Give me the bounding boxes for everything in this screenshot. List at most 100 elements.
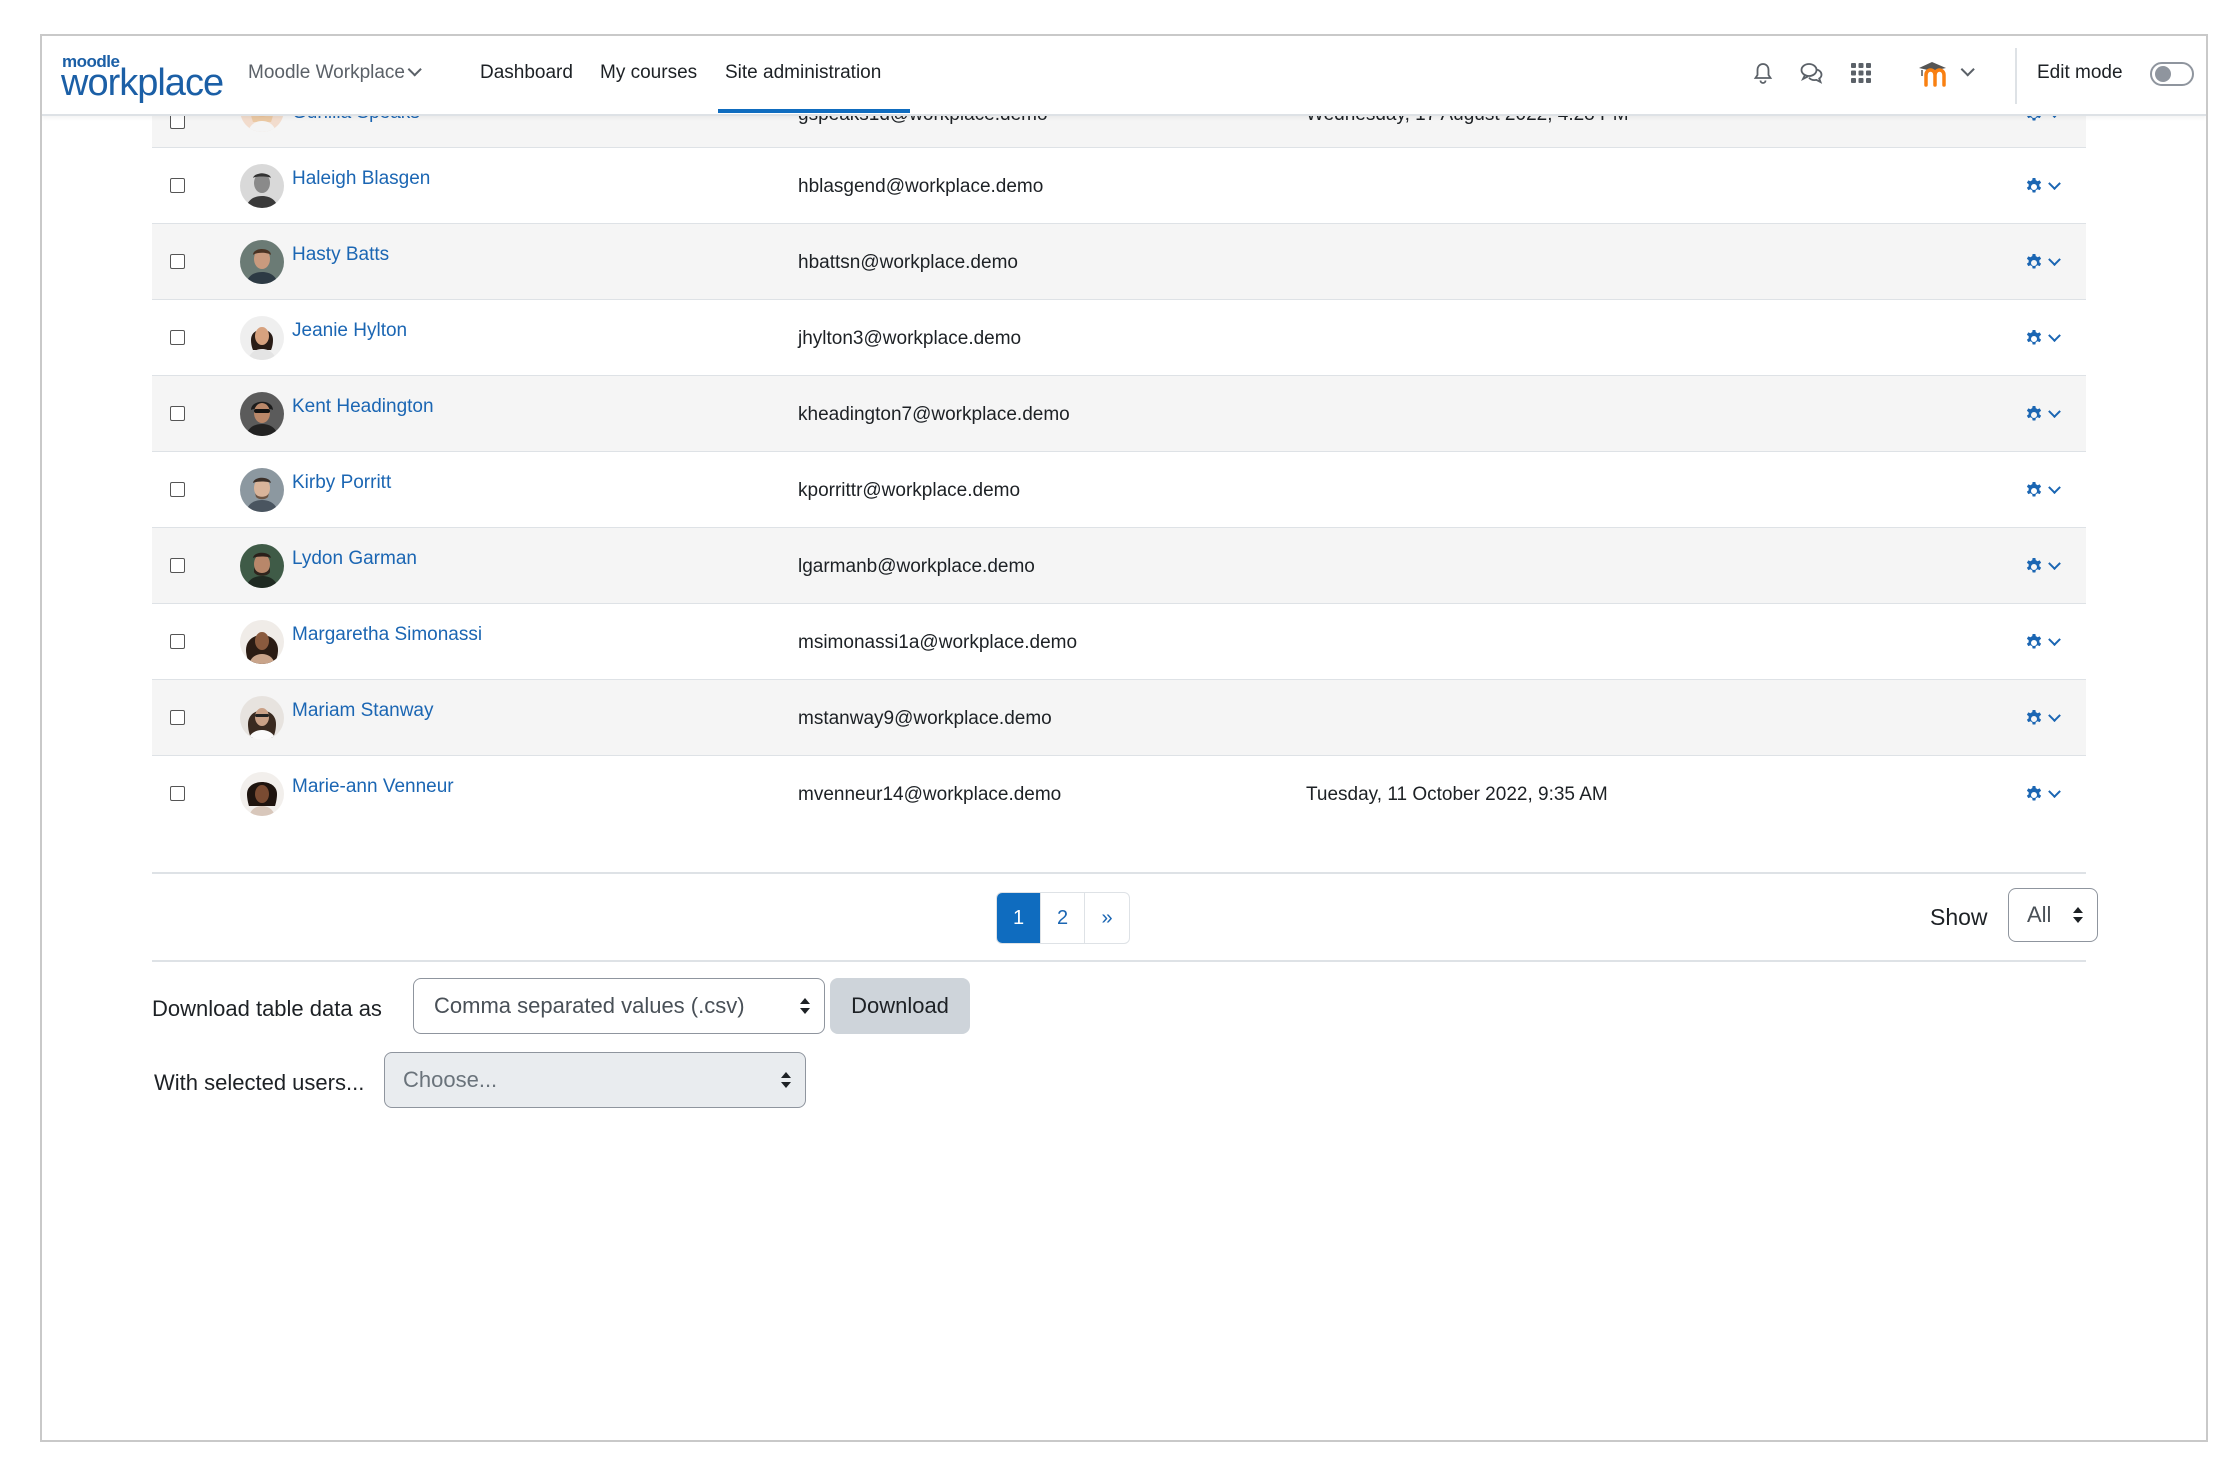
- navbar-divider: [2015, 48, 2017, 104]
- user-name-link[interactable]: Kirby Porritt: [292, 472, 391, 494]
- edit-mode-toggle[interactable]: [2150, 62, 2194, 86]
- row-action-menu[interactable]: [2024, 400, 2074, 428]
- avatar[interactable]: [240, 316, 284, 360]
- site-name-menu[interactable]: Moodle Workplace: [248, 62, 422, 84]
- with-selected-select[interactable]: Choose...: [384, 1052, 806, 1108]
- nav-my-courses[interactable]: My courses: [600, 62, 697, 84]
- avatar[interactable]: [240, 544, 284, 588]
- table-row: Jeanie Hylton jhylton3@workplace.demo: [152, 300, 2086, 376]
- users-table: Gunilla Speaks gspeaks1d@workplace.demo …: [152, 88, 2086, 832]
- table-row: Haleigh Blasgen hblasgend@workplace.demo: [152, 148, 2086, 224]
- logo-big-text: workplace: [61, 62, 224, 104]
- avatar[interactable]: [240, 696, 284, 740]
- avatar[interactable]: [240, 240, 284, 284]
- edit-mode-label: Edit mode: [2037, 62, 2123, 83]
- table-row: Lydon Garman lgarmanb@workplace.demo: [152, 528, 2086, 604]
- user-menu[interactable]: [1916, 54, 2002, 92]
- gear-icon: [2026, 254, 2042, 269]
- table-row: Kirby Porritt kporrittr@workplace.demo: [152, 452, 2086, 528]
- row-checkbox[interactable]: [170, 558, 185, 573]
- site-name-label: Moodle Workplace: [248, 62, 406, 83]
- row-checkbox[interactable]: [170, 330, 185, 345]
- moodle-avatar-icon: [1919, 62, 1946, 87]
- user-email: jhylton3@workplace.demo: [798, 328, 1022, 349]
- user-name-link[interactable]: Margaretha Simonassi: [292, 624, 482, 646]
- gear-icon: [2026, 710, 2042, 725]
- user-name-link[interactable]: Jeanie Hylton: [292, 320, 407, 342]
- gear-icon: [2026, 178, 2042, 193]
- user-name-link[interactable]: Mariam Stanway: [292, 700, 434, 722]
- row-action-menu[interactable]: [2024, 704, 2074, 732]
- gear-icon: [2026, 558, 2042, 573]
- row-checkbox[interactable]: [170, 406, 185, 421]
- row-checkbox[interactable]: [170, 178, 185, 193]
- grid-icon[interactable]: [1844, 56, 1878, 90]
- row-checkbox[interactable]: [170, 254, 185, 269]
- user-name-link[interactable]: Lydon Garman: [292, 548, 417, 570]
- download-format-value: Comma separated values (.csv): [434, 993, 745, 1018]
- chevron-down-icon: [2048, 556, 2061, 570]
- row-action-menu[interactable]: [2024, 248, 2074, 276]
- workplace-logo[interactable]: moodle workplace: [61, 52, 224, 104]
- page-link-2[interactable]: 2: [1041, 893, 1085, 943]
- active-nav-indicator: [718, 109, 910, 113]
- chevron-down-icon: [2048, 480, 2061, 494]
- user-email: msimonassi1a@workplace.demo: [798, 632, 1078, 653]
- avatar[interactable]: [240, 772, 284, 816]
- row-action-menu[interactable]: [2024, 476, 2074, 504]
- chat-icon[interactable]: [1795, 56, 1829, 90]
- row-checkbox[interactable]: [170, 482, 185, 497]
- avatar[interactable]: [240, 468, 284, 512]
- row-action-menu[interactable]: [2024, 552, 2074, 580]
- gear-icon: [2026, 482, 2042, 497]
- avatar[interactable]: [240, 392, 284, 436]
- show-select-value: All: [2027, 902, 2052, 927]
- row-action-menu[interactable]: [2024, 172, 2074, 200]
- user-email: hblasgend@workplace.demo: [798, 176, 1044, 197]
- show-per-page-select[interactable]: All: [2008, 888, 2098, 942]
- user-email: lgarmanb@workplace.demo: [798, 556, 1035, 577]
- user-email: kporrittr@workplace.demo: [798, 480, 1021, 501]
- chevron-down-icon: [2048, 784, 2061, 798]
- user-last-access: Tuesday, 11 October 2022, 9:35 AM: [1306, 784, 1608, 805]
- row-action-menu[interactable]: [2024, 324, 2074, 352]
- user-email: mvenneur14@workplace.demo: [798, 784, 1062, 805]
- row-checkbox[interactable]: [170, 114, 185, 129]
- user-name-link[interactable]: Hasty Batts: [292, 244, 389, 266]
- row-action-menu[interactable]: [2024, 780, 2074, 808]
- user-name-link[interactable]: Marie-ann Venneur: [292, 776, 454, 798]
- row-checkbox[interactable]: [170, 710, 185, 725]
- with-selected-label: With selected users...: [154, 1070, 365, 1095]
- gear-icon: [2026, 406, 2042, 421]
- download-label: Download table data as: [152, 996, 382, 1021]
- browser-frame: moodle workplace Moodle Workplace Dashbo…: [40, 34, 2208, 1442]
- select-arrows-icon: [2073, 907, 2083, 923]
- chevron-down-icon: [2048, 708, 2061, 722]
- chevron-down-icon: [2048, 632, 2061, 646]
- nav-dashboard[interactable]: Dashboard: [480, 62, 573, 84]
- row-checkbox[interactable]: [170, 786, 185, 801]
- user-email: mstanway9@workplace.demo: [798, 708, 1052, 729]
- user-name-link[interactable]: Kent Headington: [292, 396, 434, 418]
- nav-site-administration[interactable]: Site administration: [725, 62, 881, 84]
- user-email: kheadington7@workplace.demo: [798, 404, 1070, 425]
- chevron-down-icon: [2048, 176, 2061, 190]
- page-next-link[interactable]: »: [1085, 893, 1129, 943]
- show-label: Show: [1930, 904, 1988, 930]
- page-link-1[interactable]: 1: [997, 893, 1041, 943]
- bell-icon[interactable]: [1746, 56, 1780, 90]
- user-name-link[interactable]: Haleigh Blasgen: [292, 168, 430, 190]
- table-row: Hasty Batts hbattsn@workplace.demo: [152, 224, 2086, 300]
- row-checkbox[interactable]: [170, 634, 185, 649]
- avatar[interactable]: [240, 164, 284, 208]
- pagination: 1 2 »: [996, 892, 1130, 944]
- avatar[interactable]: [240, 620, 284, 664]
- chevron-down-icon: [407, 62, 422, 77]
- chevron-down-icon: [2048, 328, 2061, 342]
- download-button[interactable]: Download: [830, 978, 970, 1034]
- table-row: Kent Headington kheadington7@workplace.d…: [152, 376, 2086, 452]
- table-row: Marie-ann Venneur mvenneur14@workplace.d…: [152, 756, 2086, 832]
- download-format-select[interactable]: Comma separated values (.csv): [413, 978, 825, 1034]
- row-action-menu[interactable]: [2024, 628, 2074, 656]
- with-selected-value: Choose...: [403, 1067, 498, 1092]
